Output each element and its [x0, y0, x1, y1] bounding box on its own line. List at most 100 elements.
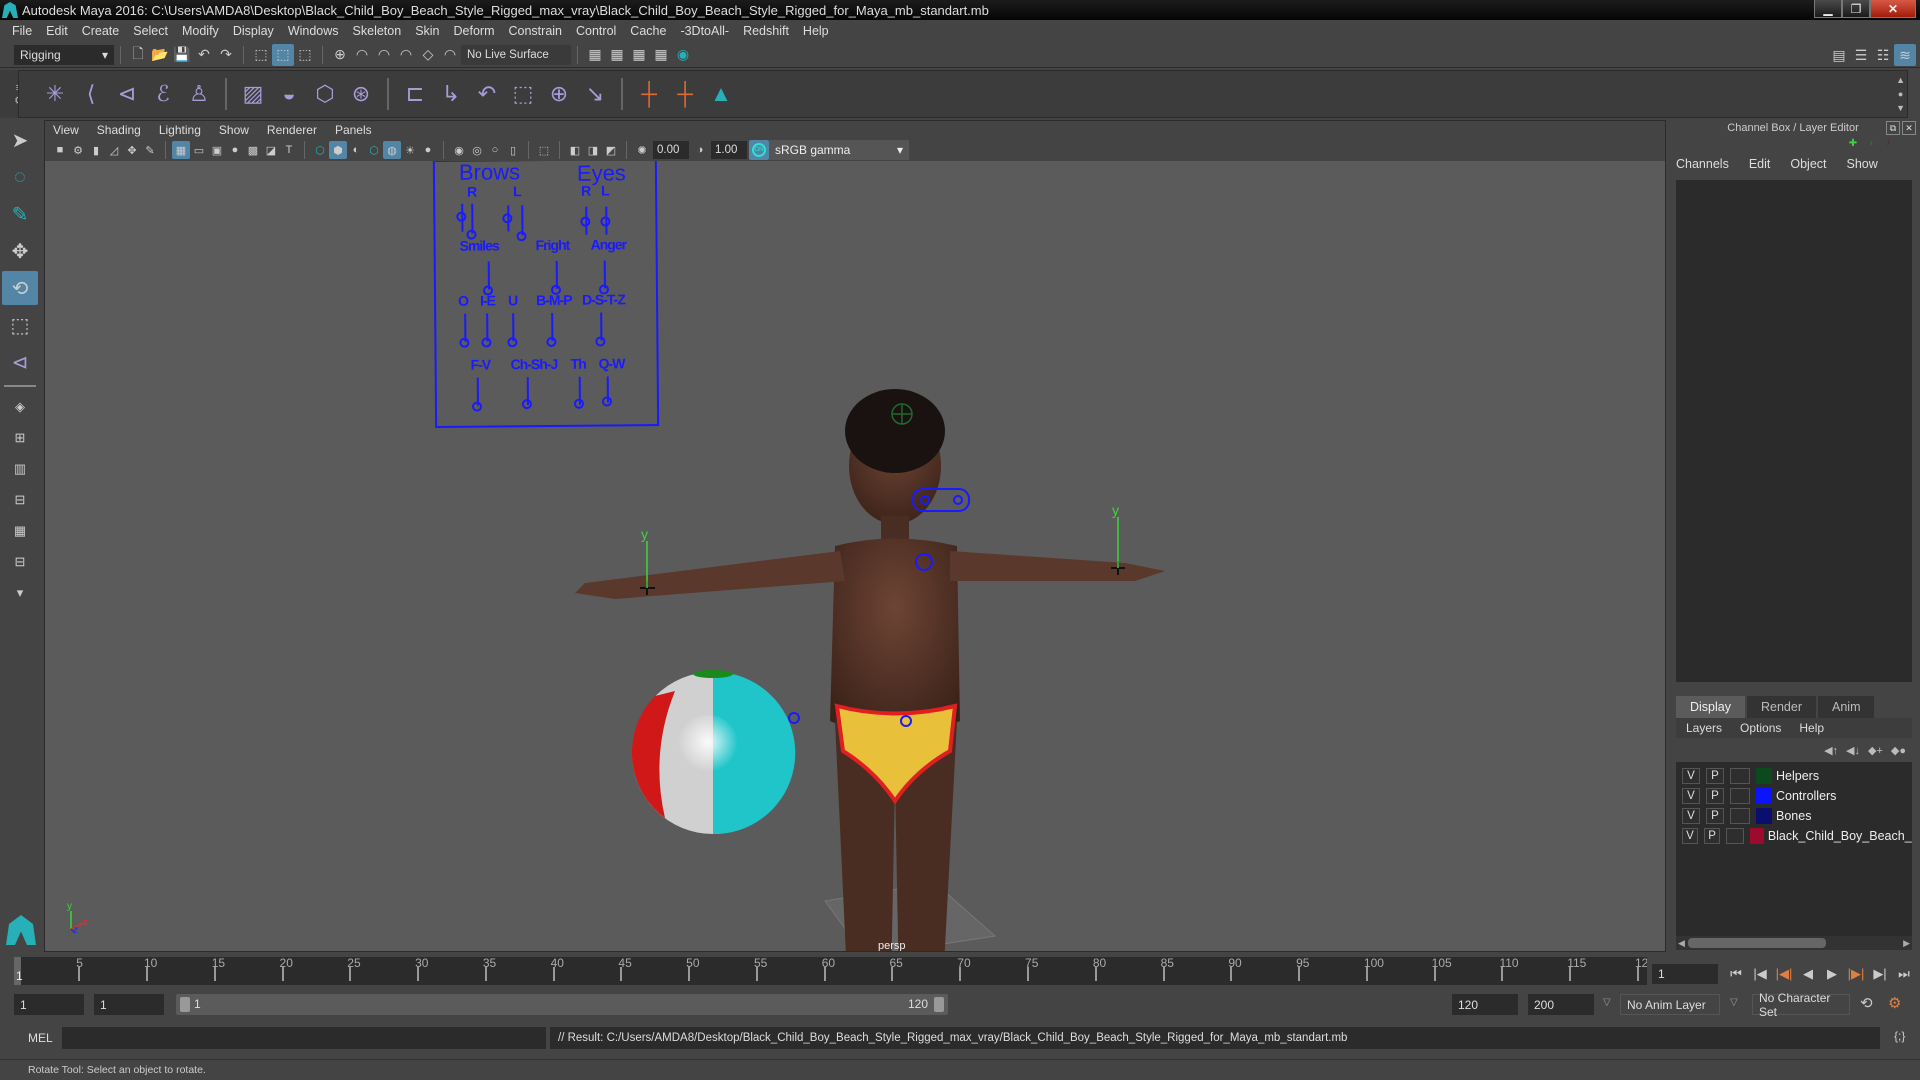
- layer-color-swatch[interactable]: [1756, 808, 1772, 824]
- move-layer-up-icon[interactable]: ◀↑: [1824, 744, 1838, 757]
- auto-key-icon[interactable]: ⟲: [1860, 994, 1873, 1012]
- camera-attributes-icon[interactable]: ⚙: [69, 141, 87, 159]
- viewport-panel[interactable]: View Shading Lighting Show Renderer Pane…: [44, 120, 1666, 952]
- vp-menu-renderer[interactable]: Renderer: [267, 123, 317, 137]
- open-scene-icon[interactable]: 📂: [149, 44, 171, 66]
- range-slider-bar[interactable]: 1 120: [176, 994, 948, 1015]
- locator-icon[interactable]: ┼: [632, 77, 666, 111]
- scrollbar-thumb[interactable]: [1688, 938, 1826, 948]
- menu-display[interactable]: Display: [233, 24, 274, 38]
- scale-constraint-icon[interactable]: ⬚: [506, 77, 540, 111]
- script-editor-icon[interactable]: {;}: [1894, 1029, 1905, 1043]
- ik-handle-icon[interactable]: ⟨: [74, 77, 108, 111]
- maximize-button[interactable]: ❐: [1842, 0, 1870, 18]
- script-language-toggle[interactable]: MEL: [28, 1031, 53, 1045]
- layer-list-scrollbar[interactable]: ◀ ▶: [1676, 936, 1912, 950]
- layer-visibility-toggle[interactable]: V: [1682, 788, 1700, 804]
- current-frame-field[interactable]: 1: [1652, 964, 1718, 984]
- layer-display-type-toggle[interactable]: [1730, 808, 1750, 824]
- ipr-render-icon[interactable]: ▦: [628, 44, 650, 66]
- menu-select[interactable]: Select: [133, 24, 168, 38]
- head-control[interactable]: [891, 403, 913, 425]
- safe-action-icon[interactable]: ◪: [262, 141, 280, 159]
- animation-start-field[interactable]: 1: [14, 994, 84, 1015]
- xray-icon[interactable]: ◧: [566, 141, 584, 159]
- menu-windows[interactable]: Windows: [288, 24, 339, 38]
- select-component-icon[interactable]: ⬚: [294, 44, 316, 66]
- menu-3dtoall[interactable]: -3DtoAll-: [680, 24, 729, 38]
- last-tool-icon[interactable]: ⊲: [2, 345, 38, 379]
- play-backwards-icon[interactable]: ◀: [1798, 966, 1818, 982]
- scroll-left-icon[interactable]: ◀: [1678, 938, 1685, 949]
- render-view-icon[interactable]: ▦: [650, 44, 672, 66]
- image-plane-icon[interactable]: ◿: [105, 141, 123, 159]
- paint-select-icon[interactable]: ✎: [2, 197, 38, 231]
- snap-grid-icon[interactable]: ⊕: [329, 44, 351, 66]
- command-input[interactable]: [62, 1027, 546, 1049]
- cb-menu-show[interactable]: Show: [1847, 157, 1878, 171]
- cb-menu-channels[interactable]: Channels: [1676, 157, 1729, 171]
- four-view-layout-icon[interactable]: ⊞: [2, 424, 38, 452]
- single-perspective-layout-icon[interactable]: ◈: [2, 393, 38, 421]
- menu-skeleton[interactable]: Skeleton: [353, 24, 402, 38]
- channel-list[interactable]: [1676, 180, 1912, 682]
- layout-more-icon[interactable]: ▾: [2, 579, 38, 607]
- select-object-icon[interactable]: ⬚: [272, 43, 294, 66]
- layer-color-swatch[interactable]: [1756, 788, 1772, 804]
- isolate-select-icon[interactable]: ⬚: [535, 141, 553, 159]
- layer-display-type-toggle[interactable]: [1730, 768, 1750, 784]
- modeling-toolkit-icon[interactable]: ▤: [1828, 44, 1850, 66]
- close-panel-icon[interactable]: ✕: [1902, 121, 1916, 135]
- color-management-toggle[interactable]: ON: [749, 140, 769, 160]
- field-chart-icon[interactable]: ▩: [244, 141, 262, 159]
- step-forward-frame-icon[interactable]: ▶|: [1870, 966, 1890, 982]
- layer-playback-toggle[interactable]: P: [1704, 828, 1721, 844]
- snap-live-icon[interactable]: ◠: [439, 44, 461, 66]
- cluster-icon[interactable]: ⊛: [344, 77, 378, 111]
- select-tool-icon[interactable]: ➤: [2, 123, 38, 157]
- tool-settings-icon[interactable]: ☷: [1872, 44, 1894, 66]
- live-surface-field[interactable]: No Live Surface: [461, 44, 571, 65]
- playback-end-field[interactable]: 120: [1452, 994, 1518, 1015]
- speed-key-icon[interactable]: ◐: [1869, 138, 1875, 152]
- minimize-button[interactable]: ▁: [1814, 0, 1842, 18]
- menu-help[interactable]: Help: [803, 24, 829, 38]
- layer-display-type-toggle[interactable]: [1730, 788, 1750, 804]
- play-forwards-icon[interactable]: ▶: [1822, 966, 1842, 982]
- animation-end-field[interactable]: 200: [1528, 994, 1594, 1015]
- save-scene-icon[interactable]: 💾: [171, 44, 193, 66]
- layer-row[interactable]: V P Black_Child_Boy_Beach_Styl: [1676, 826, 1912, 846]
- parent-constraint-icon[interactable]: ⊏: [398, 77, 432, 111]
- hyper-icon[interactable]: /: [1887, 138, 1890, 152]
- manipulator-axis-icon[interactable]: ✚: [1849, 138, 1857, 152]
- multisample-aa-icon[interactable]: ○: [486, 141, 504, 159]
- motion-blur-icon[interactable]: ◎: [468, 141, 486, 159]
- wireframe-icon[interactable]: ⬡: [311, 141, 329, 159]
- layer-row[interactable]: V P Controllers: [1676, 786, 1912, 806]
- menu-skin[interactable]: Skin: [415, 24, 439, 38]
- scale-tool-icon[interactable]: ⬚: [2, 308, 38, 342]
- film-gate-icon[interactable]: ▭: [190, 141, 208, 159]
- menu-file[interactable]: File: [12, 24, 32, 38]
- menu-redshift[interactable]: Redshift: [743, 24, 789, 38]
- attribute-editor-icon[interactable]: ☰: [1850, 44, 1872, 66]
- vp-menu-lighting[interactable]: Lighting: [159, 123, 201, 137]
- channel-box-toggle-icon[interactable]: ≋: [1894, 44, 1916, 66]
- cb-menu-edit[interactable]: Edit: [1749, 157, 1771, 171]
- layer-row[interactable]: V P Helpers: [1676, 766, 1912, 786]
- lattice-icon[interactable]: ⬡: [308, 77, 342, 111]
- tab-anim[interactable]: Anim: [1818, 696, 1875, 718]
- screen-space-ao-icon[interactable]: ◉: [450, 141, 468, 159]
- 3d-scene[interactable]: Brows Eyes R L R L Smiles Fright Anger O…: [45, 161, 1665, 951]
- character-set-dropdown[interactable]: No Character Set: [1752, 991, 1850, 1019]
- 3dtoall-icon[interactable]: ▲: [704, 77, 738, 111]
- new-scene-icon[interactable]: 🗋: [127, 44, 149, 66]
- graph-persp-layout-icon[interactable]: ⊟: [2, 486, 38, 514]
- layer-playback-toggle[interactable]: P: [1706, 768, 1724, 784]
- cb-menu-object[interactable]: Object: [1790, 157, 1826, 171]
- close-button[interactable]: ✕: [1870, 0, 1916, 18]
- default-material-icon[interactable]: ◐: [347, 141, 365, 159]
- character-mesh[interactable]: [575, 389, 1165, 951]
- smooth-shade-icon[interactable]: ⬢: [329, 141, 347, 159]
- ik-spline-icon[interactable]: ⊲: [110, 77, 144, 111]
